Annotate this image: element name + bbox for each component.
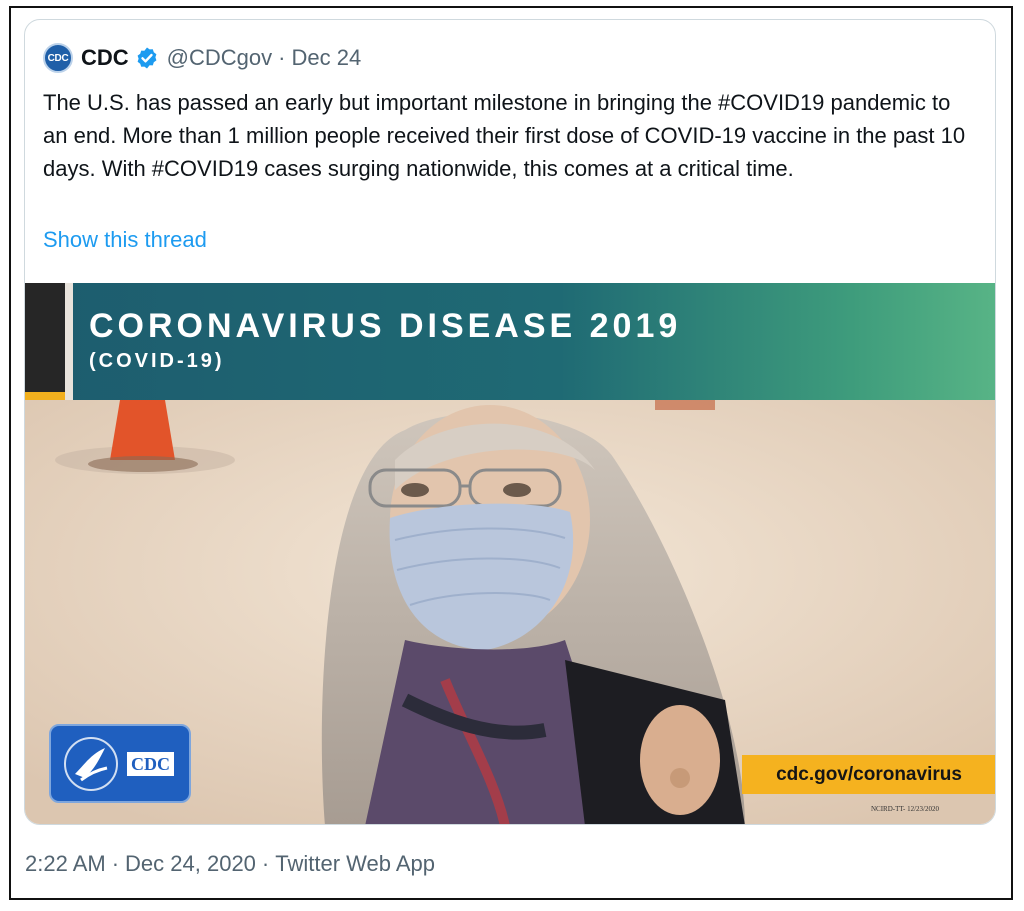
media-banner: CORONAVIRUS DISEASE 2019 (COVID-19) [25,283,995,400]
tweet-media-image[interactable]: CORONAVIRUS DISEASE 2019 (COVID-19) CDC … [25,283,995,824]
tweet-card[interactable]: CDC CDC @CDCgov · Dec 24 The U.S. has pa… [24,19,996,825]
tweet-source[interactable]: Twitter Web App [275,851,435,876]
tweet-date[interactable]: Dec 24, 2020 [125,851,256,876]
cdc-logo: CDC [49,724,191,803]
tweet-header: CDC CDC @CDCgov · Dec 24 [43,42,361,74]
cdc-logo-text: CDC [126,751,175,777]
banner-accent-gap [65,283,73,400]
show-thread-link[interactable]: Show this thread [43,227,207,253]
verified-badge-icon [137,47,157,69]
author-name[interactable]: CDC [81,45,129,71]
footer-separator: · [111,851,120,876]
tweet-footer: 2:22 AM · Dec 24, 2020 · Twitter Web App [25,851,435,877]
material-code: NCIRD-TT- 12/23/2020 [871,805,939,813]
cdc-url-label: cdc.gov/coronavirus [742,755,995,794]
author-handle[interactable]: @CDCgov [167,45,272,71]
tweet-time[interactable]: 2:22 AM [25,851,106,876]
screenshot-frame: CDC CDC @CDCgov · Dec 24 The U.S. has pa… [9,6,1013,900]
traffic-cone-left [110,400,175,460]
hhs-eagle-icon [64,737,118,791]
tweet-relative-date[interactable]: Dec 24 [291,45,361,71]
header-separator: · [278,45,286,70]
banner-accent-dark [25,283,65,400]
footer-separator: · [261,851,270,876]
avatar[interactable]: CDC [43,43,73,73]
tweet-text: The U.S. has passed an early but importa… [43,90,966,181]
banner-subtitle: (COVID-19) [89,350,225,372]
banner-title: CORONAVIRUS DISEASE 2019 [89,307,682,345]
banner-accent-yellow [25,392,65,400]
